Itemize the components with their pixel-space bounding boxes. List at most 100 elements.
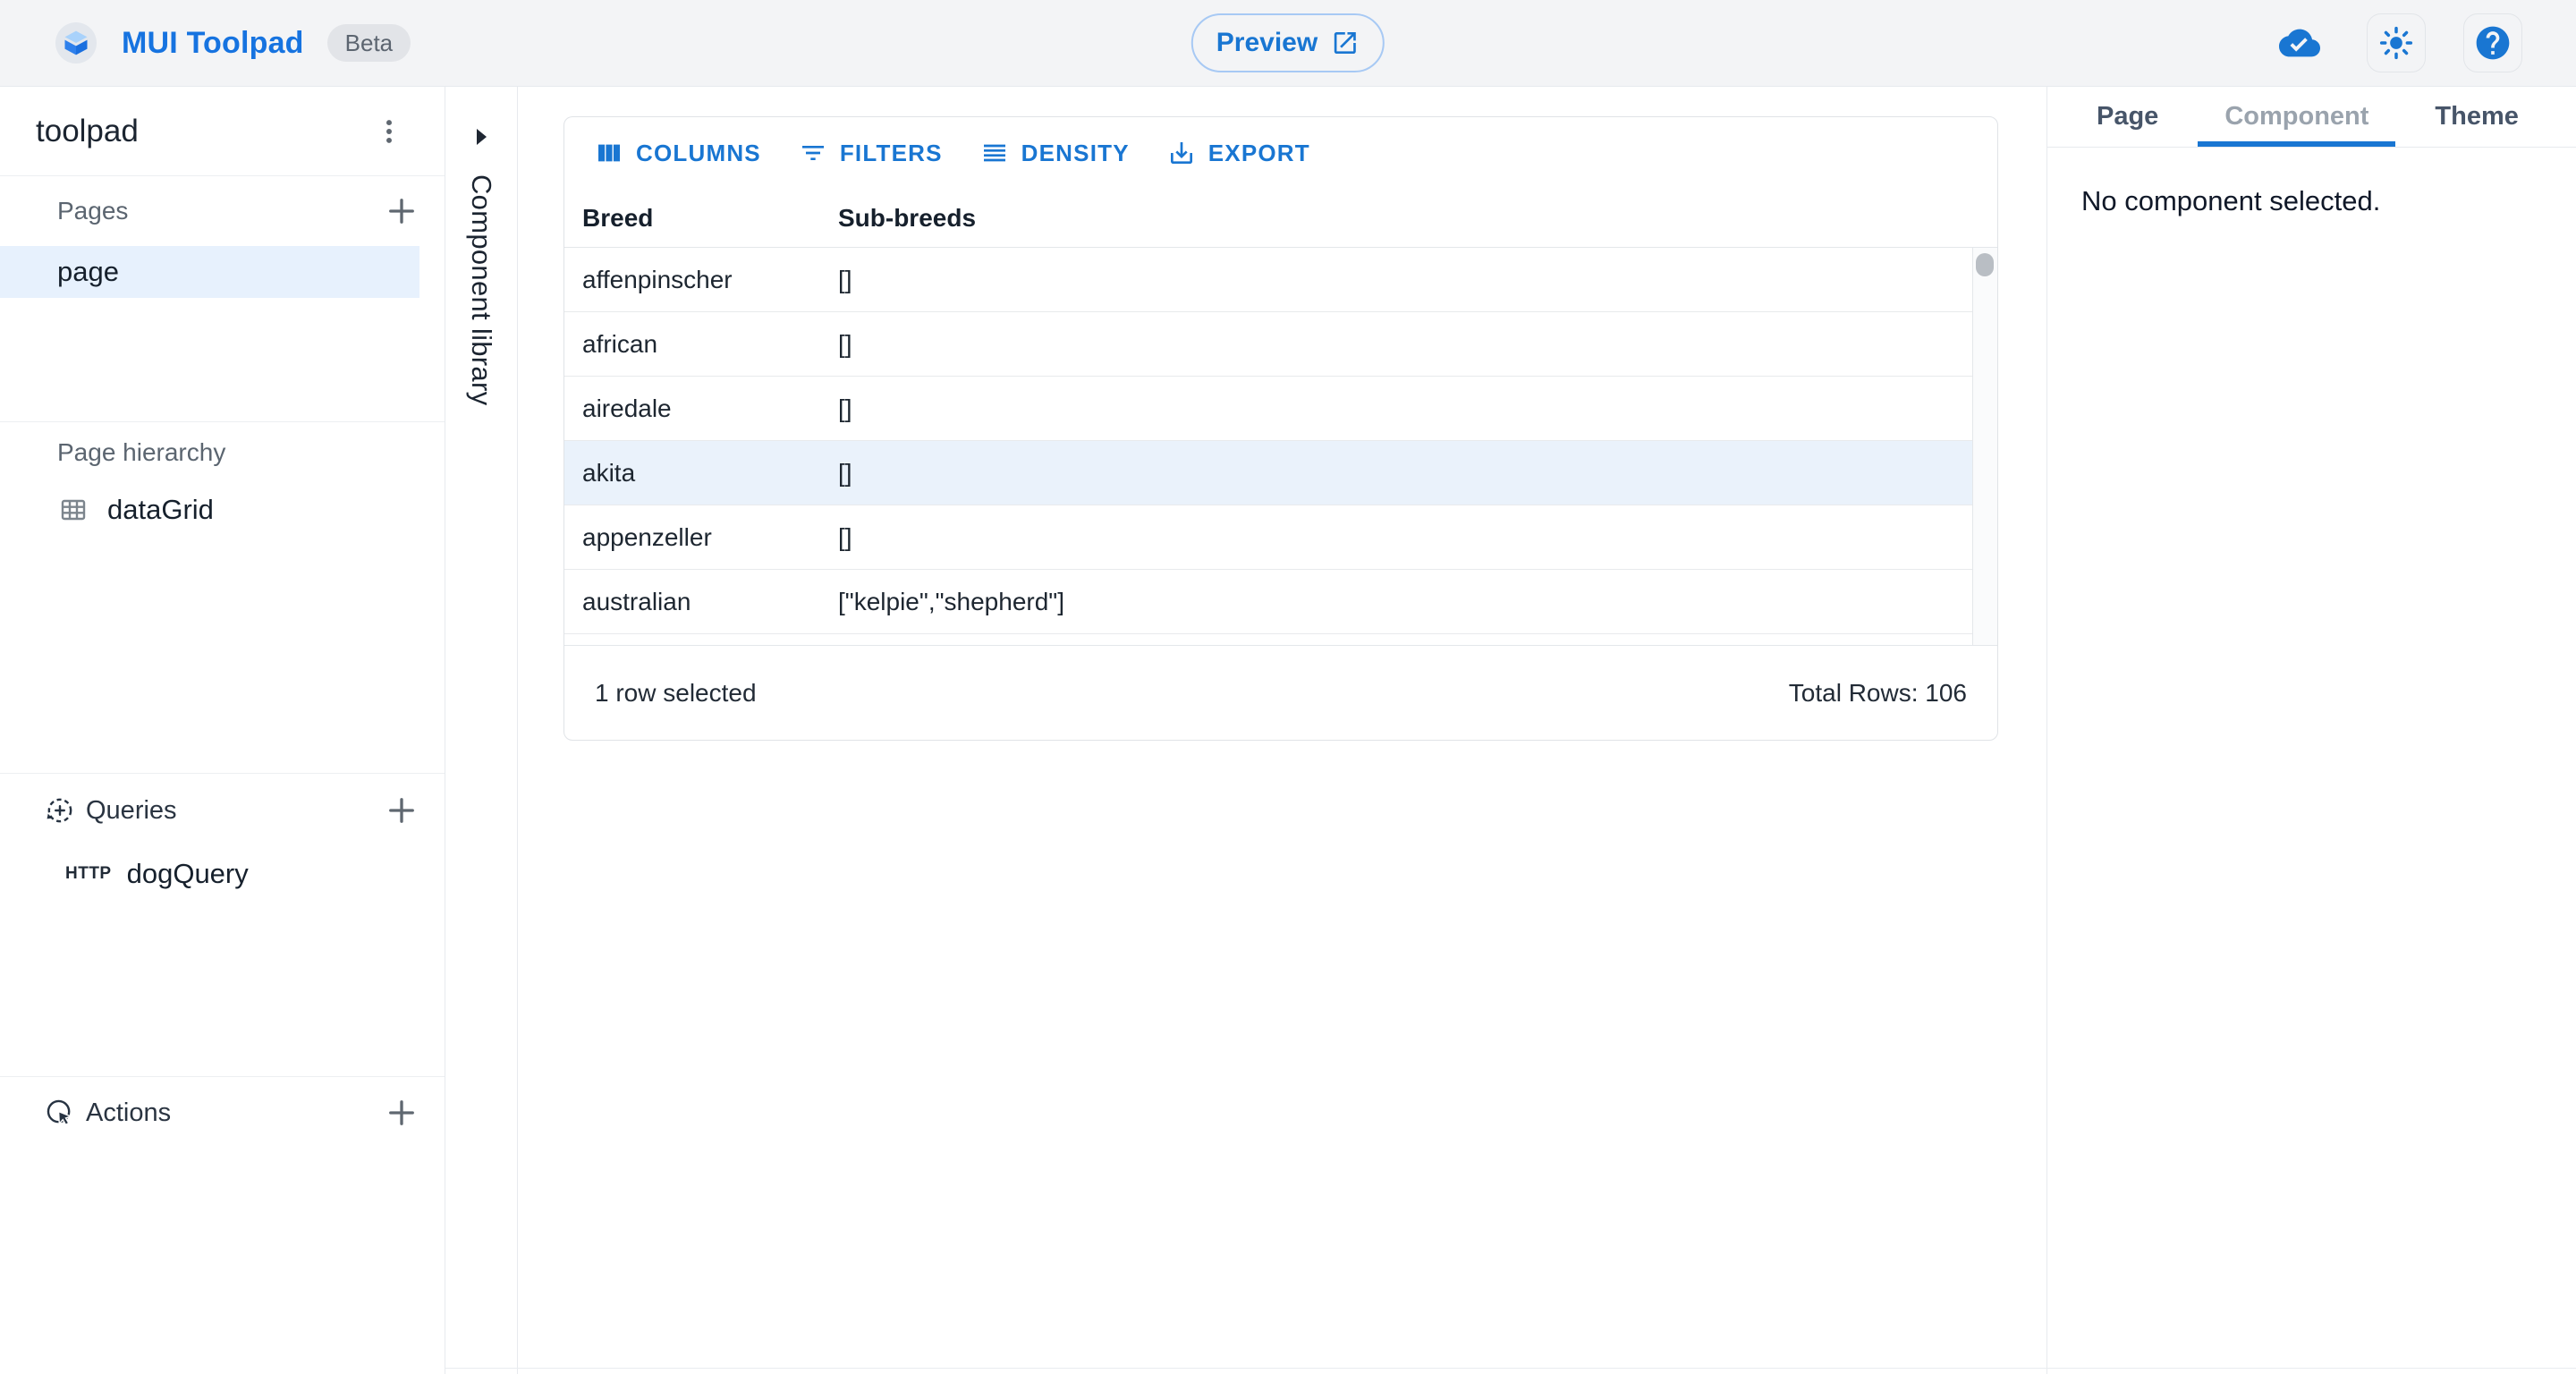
cell-sub-breeds: []	[820, 394, 1972, 423]
page-hierarchy-header: Page hierarchy	[0, 429, 445, 476]
cell-breed: airedale	[564, 394, 820, 423]
column-header-sub-breeds[interactable]: Sub-breeds	[820, 204, 1997, 233]
queries-header: Queries	[0, 774, 445, 847]
cell-sub-breeds: []	[820, 459, 1972, 488]
export-button-label: EXPORT	[1208, 140, 1310, 167]
beta-badge: Beta	[327, 24, 411, 62]
filter-list-icon	[799, 139, 827, 167]
add-action-button[interactable]	[380, 1091, 423, 1134]
datagrid-footer: 1 row selected Total Rows: 106	[564, 645, 1997, 740]
pages-label: Pages	[57, 197, 128, 225]
tab-theme[interactable]: Theme	[2408, 87, 2545, 147]
kebab-menu-icon	[374, 116, 404, 147]
filters-button-label: FILTERS	[840, 140, 943, 167]
data-grid-icon	[59, 496, 88, 524]
http-badge: HTTP	[65, 864, 112, 884]
density-button[interactable]: DENSITY	[966, 126, 1144, 180]
component-library-strip[interactable]: Component library	[445, 87, 518, 1374]
sidebar-item-dogquery[interactable]: HTTP dogQuery	[0, 847, 445, 901]
help-icon	[2473, 23, 2512, 63]
brand: MUI Toolpad Beta	[55, 22, 411, 64]
table-row[interactable]: australian ["kelpie","shepherd"]	[564, 570, 1972, 634]
tab-page[interactable]: Page	[2070, 87, 2185, 147]
table-row-selected[interactable]: akita []	[564, 441, 1972, 505]
datagrid-rows: affenpinscher [] african [] airedale [] …	[564, 248, 1972, 645]
plus-icon	[383, 1094, 420, 1132]
scrollbar-thumb[interactable]	[1976, 253, 1994, 276]
table-row[interactable]: affenpinscher []	[564, 248, 1972, 312]
cell-sub-breeds: ["kelpie","shepherd"]	[820, 588, 1972, 616]
main-row: toolpad Pages	[0, 87, 2576, 1374]
query-icon	[45, 795, 75, 826]
density-icon	[980, 139, 1009, 167]
cell-breed: akita	[564, 459, 820, 488]
actions-header: Actions	[0, 1077, 445, 1149]
cell-breed: african	[564, 330, 820, 359]
inspector-body: No component selected.	[2047, 148, 2576, 255]
dogquery-item-label: dogQuery	[127, 858, 249, 890]
help-button[interactable]	[2463, 13, 2522, 72]
action-icon	[45, 1098, 75, 1128]
table-row[interactable]: african []	[564, 312, 1972, 377]
add-page-button[interactable]	[380, 190, 423, 233]
plus-icon	[383, 192, 420, 230]
project-menu-button[interactable]	[368, 105, 411, 158]
total-rows-count: Total Rows: 106	[1789, 679, 1967, 708]
active-tab-indicator	[2198, 141, 2395, 147]
open-in-new-icon	[1331, 29, 1360, 57]
preview-button[interactable]: Preview	[1191, 13, 1385, 72]
filters-button[interactable]: FILTERS	[784, 126, 957, 180]
datagrid-component[interactable]: COLUMNS FILTERS DE	[564, 116, 1998, 741]
light-mode-sun-icon	[2378, 25, 2414, 61]
cell-breed: appenzeller	[564, 523, 820, 552]
tab-component-label: Component	[2224, 102, 2368, 131]
preview-button-label: Preview	[1216, 28, 1318, 58]
actions-label: Actions	[86, 1098, 171, 1128]
sidebar-item-datagrid[interactable]: dataGrid	[0, 483, 445, 537]
actions-section: Actions	[0, 1077, 445, 1149]
sidebar-item-page[interactable]: page	[0, 246, 419, 298]
cell-sub-breeds: []	[820, 330, 1972, 359]
page-hierarchy-section: Page hierarchy dataGrid	[0, 422, 445, 773]
app-title: MUI Toolpad	[122, 26, 304, 61]
datagrid-item-label: dataGrid	[107, 494, 214, 526]
page-hierarchy-label: Page hierarchy	[57, 438, 225, 467]
left-sidebar: toolpad Pages	[0, 87, 445, 1374]
cell-breed: australian	[564, 588, 820, 616]
component-library-label: Component library	[465, 174, 497, 405]
add-query-button[interactable]	[380, 789, 423, 832]
view-columns-icon	[595, 139, 623, 167]
theme-toggle-button[interactable]	[2367, 13, 2426, 72]
inspector-panel: Page Component Theme No component select…	[2046, 87, 2576, 1374]
plus-icon	[383, 792, 420, 829]
cell-sub-breeds: []	[820, 266, 1972, 294]
project-name: toolpad	[36, 114, 139, 149]
tab-component[interactable]: Component	[2198, 87, 2395, 147]
cell-breed: affenpinscher	[564, 266, 820, 294]
datagrid-toolbar: COLUMNS FILTERS DE	[564, 117, 1997, 189]
export-download-icon	[1167, 139, 1196, 167]
pages-section: Pages page	[0, 176, 445, 421]
density-button-label: DENSITY	[1021, 140, 1130, 167]
page-item-label: page	[57, 256, 119, 288]
columns-button-label: COLUMNS	[636, 140, 761, 167]
vertical-scrollbar[interactable]	[1972, 248, 1997, 645]
cloud-done-icon	[2270, 13, 2329, 72]
project-row: toolpad	[0, 87, 445, 175]
chevron-right-icon	[471, 126, 491, 148]
datagrid-body: affenpinscher [] african [] airedale [] …	[564, 248, 1997, 645]
columns-button[interactable]: COLUMNS	[580, 126, 775, 180]
empty-state-message: No component selected.	[2081, 185, 2380, 216]
inspector-tabs: Page Component Theme	[2047, 87, 2576, 148]
export-button[interactable]: EXPORT	[1153, 126, 1325, 180]
pages-header: Pages	[0, 189, 445, 233]
selected-rows-count: 1 row selected	[595, 679, 757, 708]
table-row[interactable]: appenzeller []	[564, 505, 1972, 570]
datagrid-header-row: Breed Sub-breeds	[564, 189, 1997, 248]
canvas-bottom-edge	[445, 1368, 2576, 1369]
queries-section: Queries HTTP dogQuery	[0, 774, 445, 1076]
table-row[interactable]: airedale []	[564, 377, 1972, 441]
mui-toolpad-logo-icon	[55, 22, 97, 64]
column-header-breed[interactable]: Breed	[564, 204, 820, 233]
queries-label: Queries	[86, 796, 177, 826]
